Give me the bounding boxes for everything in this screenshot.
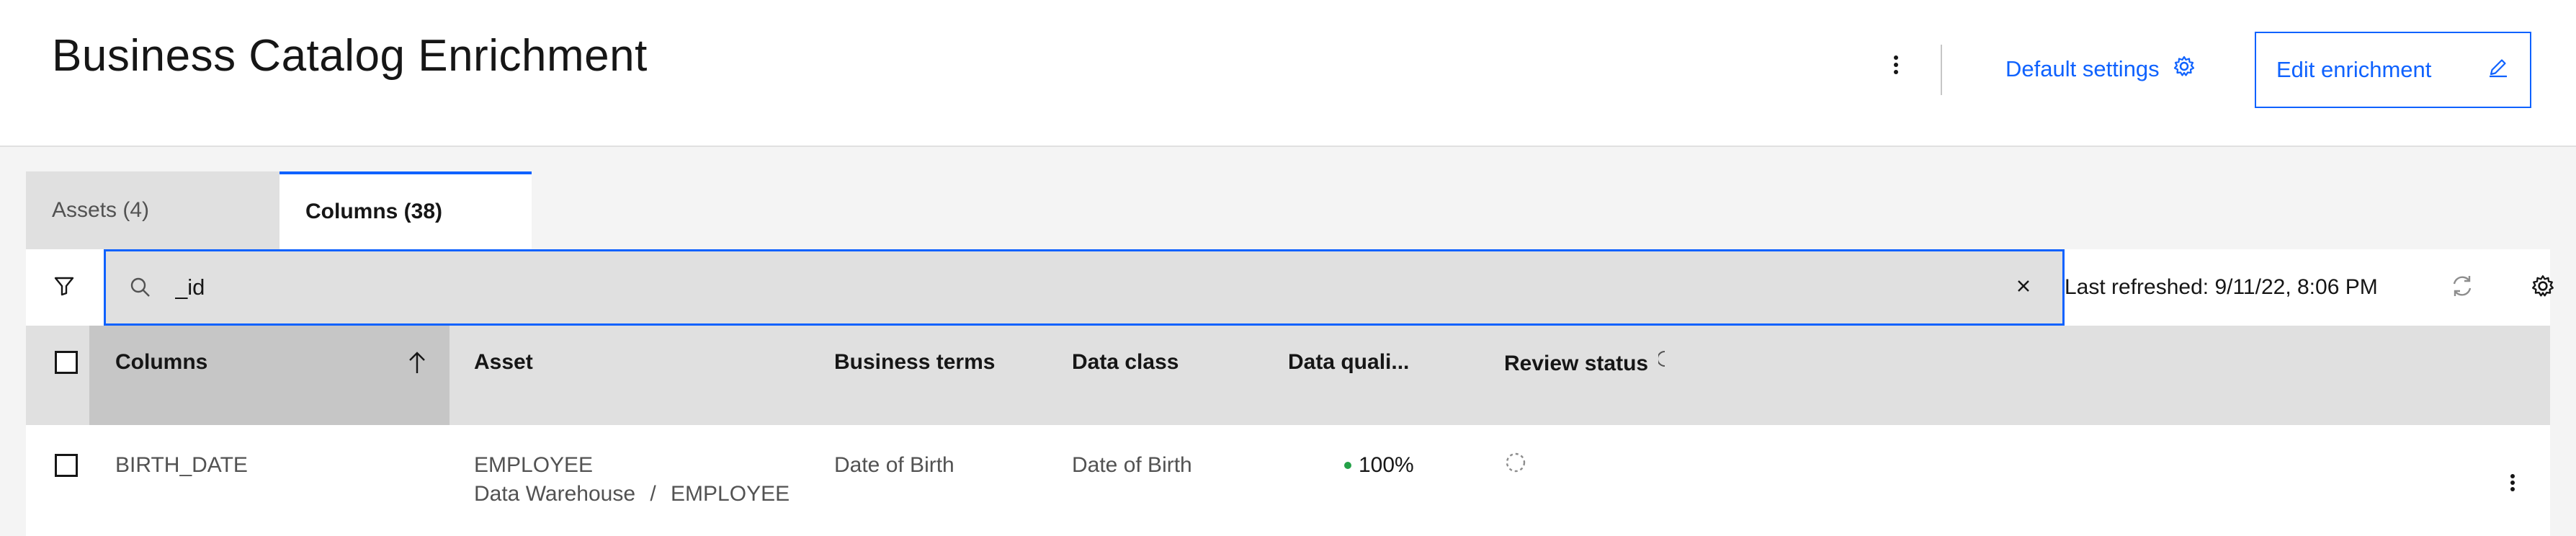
table-toolbar: Last refreshed: 9/11/22, 8:06 PM: [26, 249, 2554, 326]
cell-asset: EMPLOYEE Data Warehouse / EMPLOYEE: [474, 451, 790, 509]
search-input[interactable]: [175, 274, 1995, 300]
column-header-columns[interactable]: Columns: [89, 326, 450, 425]
search-icon: [129, 276, 152, 299]
column-header-data-class[interactable]: Data class: [1072, 326, 1179, 425]
tab-columns[interactable]: Columns (38): [279, 171, 532, 249]
column-header-asset[interactable]: Asset: [474, 326, 533, 425]
tab-assets[interactable]: Assets (4): [26, 171, 279, 249]
data-quality-value: 100%: [1359, 453, 1414, 477]
info-icon: [1657, 349, 1667, 373]
column-header-data-quality[interactable]: Data quali...: [1288, 326, 1409, 425]
asset-path-separator: /: [650, 482, 656, 506]
column-header-label: Columns: [115, 350, 208, 374]
gear-icon: [2173, 55, 2196, 84]
asset-path-child[interactable]: EMPLOYEE: [671, 482, 790, 506]
quality-status-dot: [1344, 462, 1351, 469]
last-refreshed-text: Last refreshed: 9/11/22, 8:06 PM: [2065, 275, 2378, 299]
asset-path-parent[interactable]: Data Warehouse: [474, 482, 635, 506]
asset-path: Data Warehouse / EMPLOYEE: [474, 480, 790, 509]
default-settings-label: Default settings: [2005, 56, 2160, 81]
page-title: Business Catalog Enrichment: [52, 31, 648, 81]
header-overflow-menu-button[interactable]: [1873, 43, 1919, 89]
sort-arrow-up-icon: [408, 350, 426, 380]
column-header-business-terms[interactable]: Business terms: [834, 326, 995, 425]
edit-pencil-icon: [2487, 55, 2510, 84]
page-header: Business Catalog Enrichment Default sett…: [0, 0, 2576, 147]
review-status-pending-icon: [1504, 452, 1527, 479]
header-divider: [1941, 45, 1942, 95]
column-header-review-status[interactable]: Review status: [1504, 327, 1667, 426]
edit-enrichment-label: Edit enrichment: [2276, 57, 2432, 82]
filter-button[interactable]: [26, 249, 102, 326]
edit-enrichment-button[interactable]: Edit enrichment: [2255, 32, 2531, 108]
default-settings-link[interactable]: Default settings: [2005, 50, 2196, 88]
overflow-menu-icon: [2510, 473, 2515, 496]
search-box: [104, 249, 2065, 326]
table-header: Columns Asset Business terms Data class …: [26, 326, 2550, 425]
cell-data-quality: 100%: [1344, 451, 1414, 480]
refresh-button[interactable]: [2439, 264, 2485, 311]
clear-search-button[interactable]: [1995, 259, 2052, 316]
asset-name-link[interactable]: EMPLOYEE: [474, 451, 790, 480]
select-all-checkbox[interactable]: [55, 351, 78, 374]
cell-business-terms: Date of Birth: [834, 453, 954, 477]
row-overflow-menu-button[interactable]: [2490, 461, 2536, 507]
column-header-label: Review status: [1504, 352, 1649, 375]
close-icon: [2016, 279, 2031, 297]
cell-data-class: Date of Birth: [1072, 453, 1192, 477]
row-checkbox[interactable]: [55, 454, 78, 477]
cell-review-status: [1504, 451, 1527, 482]
filter-icon: [53, 275, 75, 300]
cell-column-name[interactable]: BIRTH_DATE: [115, 451, 248, 480]
table-settings-button[interactable]: [2520, 264, 2566, 311]
overflow-menu-icon: [1893, 55, 1899, 79]
refresh-icon: [2449, 273, 2475, 303]
settings-icon: [2531, 274, 2555, 302]
table-row[interactable]: BIRTH_DATE EMPLOYEE Data Warehouse / EMP…: [26, 425, 2550, 536]
